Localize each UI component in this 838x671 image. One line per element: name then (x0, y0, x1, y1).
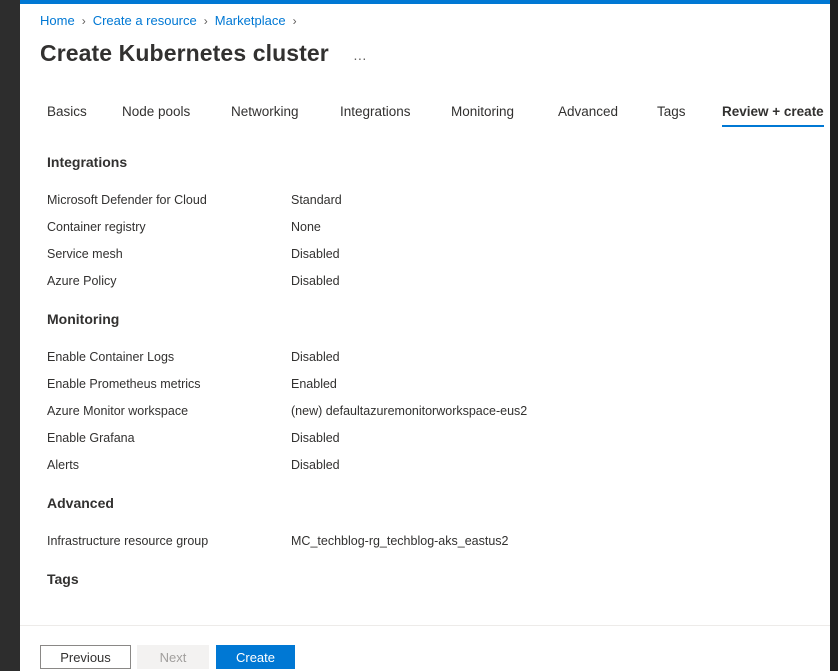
tab-networking[interactable]: Networking (231, 104, 299, 127)
section-title-tags: Tags (47, 571, 79, 587)
row-label: Service mesh (47, 247, 123, 261)
tab-review-create[interactable]: Review + create (722, 104, 824, 127)
row-value: Disabled (291, 247, 340, 261)
tab-monitoring[interactable]: Monitoring (451, 104, 514, 127)
chevron-right-icon: › (203, 13, 208, 28)
portal-page: Home › Create a resource › Marketplace ›… (20, 0, 830, 671)
row-value: Enabled (291, 377, 337, 391)
row-label: Microsoft Defender for Cloud (47, 193, 207, 207)
previous-button[interactable]: Previous (40, 645, 131, 669)
breadcrumb-create-a-resource[interactable]: Create a resource (93, 13, 197, 28)
breadcrumb-marketplace[interactable]: Marketplace (215, 13, 286, 28)
tab-tags[interactable]: Tags (657, 104, 686, 127)
chevron-right-icon: › (81, 13, 86, 28)
wizard-footer: Previous Next Create (20, 625, 830, 671)
section-title-monitoring: Monitoring (47, 311, 120, 327)
row-value: MC_techblog-rg_techblog-aks_eastus2 (291, 534, 509, 548)
breadcrumb-home[interactable]: Home (40, 13, 75, 28)
row-label: Enable Prometheus metrics (47, 377, 201, 391)
row-label: Azure Policy (47, 274, 117, 288)
top-accent-bar (20, 0, 830, 4)
row-label: Alerts (47, 458, 79, 472)
row-label: Enable Grafana (47, 431, 135, 445)
tab-integrations[interactable]: Integrations (340, 104, 411, 127)
next-button[interactable]: Next (137, 645, 209, 669)
row-label: Enable Container Logs (47, 350, 175, 364)
left-window-frame (0, 0, 20, 671)
page-title: Create Kubernetes cluster (40, 40, 329, 66)
title-row: Create Kubernetes cluster … (40, 40, 368, 67)
tab-basics[interactable]: Basics (47, 104, 87, 127)
row-label: Azure Monitor workspace (47, 404, 189, 418)
row-value: None (291, 220, 321, 234)
row-value: Disabled (291, 274, 340, 288)
row-value: Disabled (291, 431, 340, 445)
chevron-right-icon: › (292, 13, 297, 28)
row-value: Disabled (291, 350, 340, 364)
section-title-integrations: Integrations (47, 154, 128, 170)
row-value: (new) defaultazuremonitorworkspace-eus2 (291, 404, 528, 418)
tab-node-pools[interactable]: Node pools (122, 104, 190, 127)
section-title-advanced: Advanced (47, 495, 114, 511)
breadcrumb: Home › Create a resource › Marketplace › (40, 13, 297, 28)
row-value: Standard (291, 193, 342, 207)
row-label: Container registry (47, 220, 146, 234)
row-value: Disabled (291, 458, 340, 472)
tab-advanced[interactable]: Advanced (558, 104, 618, 127)
more-options-icon[interactable]: … (353, 47, 368, 63)
row-label: Infrastructure resource group (47, 534, 209, 548)
right-window-frame (830, 0, 838, 671)
create-button[interactable]: Create (216, 645, 295, 669)
